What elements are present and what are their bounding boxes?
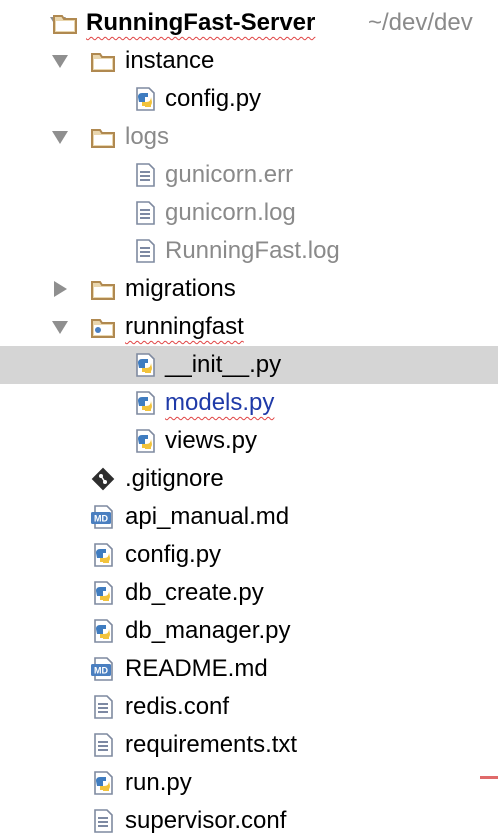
file-label: .gitignore [125,465,224,492]
text-file-icon [132,162,158,188]
python-file-icon [90,618,116,644]
text-file-icon [90,694,116,720]
tree-row-runningfast[interactable]: runningfast [0,308,498,346]
folder-icon [52,10,78,36]
expand-arrow-icon[interactable] [50,270,70,308]
collapse-arrow-icon[interactable] [50,308,70,346]
folder-label: instance [125,47,215,74]
file-label: db_create.py [125,579,264,606]
file-label: views.py [165,427,258,454]
collapse-arrow-icon[interactable] [50,118,70,156]
text-file-icon [90,808,116,834]
folder-icon [90,276,116,302]
tree-row-models[interactable]: models.py [0,384,498,422]
file-label: __init__.py [165,351,282,378]
python-file-icon [90,580,116,606]
tree-row-gunicorn-err[interactable]: gunicorn.err [0,156,498,194]
file-label: models.py [165,389,275,416]
python-file-icon [132,86,158,112]
file-label: README.md [125,655,268,682]
markdown-file-icon [90,504,116,530]
tree-row-config[interactable]: config.py [0,536,498,574]
text-file-icon [132,238,158,264]
file-label: db_manager.py [125,617,291,644]
python-file-icon [132,428,158,454]
git-file-icon [90,466,116,492]
python-file-icon [90,542,116,568]
tree-row-migrations[interactable]: migrations [0,270,498,308]
tree-row-project[interactable]: RunningFast-Server ~/dev/dev [0,4,498,42]
python-file-icon [132,390,158,416]
file-label: requirements.txt [125,731,298,758]
collapse-arrow-icon[interactable] [50,42,70,80]
tree-row-runningfast-log[interactable]: RunningFast.log [0,232,498,270]
package-folder-icon [90,314,116,340]
file-label: supervisor.conf [125,807,287,834]
markdown-file-icon [90,656,116,682]
tree-row-redis-conf[interactable]: redis.conf [0,688,498,726]
folder-icon [90,48,116,74]
file-label: api_manual.md [125,503,290,530]
text-file-icon [132,200,158,226]
tree-row-gunicorn-log[interactable]: gunicorn.log [0,194,498,232]
file-label: run.py [125,769,192,796]
tree-row-requirements[interactable]: requirements.txt [0,726,498,764]
python-file-icon [90,770,116,796]
tree-row-db-create[interactable]: db_create.py [0,574,498,612]
tree-row-api-manual[interactable]: api_manual.md [0,498,498,536]
tree-row-db-manager[interactable]: db_manager.py [0,612,498,650]
project-name: RunningFast-Server [86,9,316,36]
file-label: gunicorn.err [165,161,294,188]
project-path: ~/dev/dev [368,9,473,36]
file-label: config.py [125,541,222,568]
folder-label: runningfast [125,313,244,340]
tree-row-instance-config[interactable]: config.py [0,80,498,118]
error-stripe-marker [480,776,498,779]
tree-row-gitignore[interactable]: .gitignore [0,460,498,498]
tree-row-logs[interactable]: logs [0,118,498,156]
folder-label: migrations [125,275,236,302]
folder-label: logs [125,123,170,150]
file-label: RunningFast.log [165,237,340,264]
tree-row-instance[interactable]: instance [0,42,498,80]
tree-row-supervisor-conf[interactable]: supervisor.conf [0,802,498,840]
folder-icon [90,124,116,150]
python-file-icon [132,352,158,378]
tree-row-readme[interactable]: README.md [0,650,498,688]
text-file-icon [90,732,116,758]
tree-row-init-selected[interactable]: __init__.py [0,346,498,384]
tree-row-views[interactable]: views.py [0,422,498,460]
file-label: config.py [165,85,262,112]
file-label: redis.conf [125,693,230,720]
tree-row-run[interactable]: run.py [0,764,498,802]
file-label: gunicorn.log [165,199,296,226]
